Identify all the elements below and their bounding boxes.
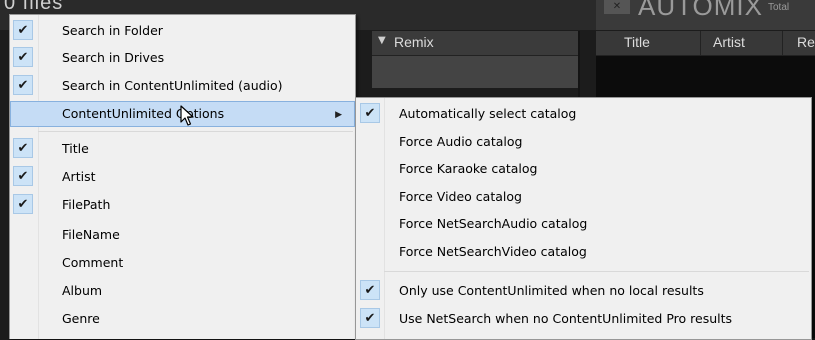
checkmark-icon: ✔	[13, 75, 33, 95]
column-header-remix[interactable]: Remix	[394, 34, 434, 50]
menu-item-label: FileName	[62, 227, 120, 242]
menu-item-filename[interactable]: FileName	[10, 222, 355, 248]
sort-triangle-down-icon[interactable]: ▼	[378, 35, 386, 46]
menu-item-genre[interactable]: Genre	[10, 306, 355, 332]
menu-item-artist[interactable]: ✔ Artist	[10, 164, 355, 190]
menu-item-force-netsearchaudio-catalog[interactable]: Force NetSearchAudio catalog	[356, 211, 811, 237]
menu-item-label: Force NetSearchAudio catalog	[399, 216, 588, 231]
automix-title: AUTOMIX	[638, 0, 763, 21]
submenu-arrow-icon: ▶	[335, 110, 342, 120]
menu-item-label: Comment	[62, 255, 124, 270]
checkmark-icon: ✔	[13, 47, 33, 67]
automix-total-label: Total	[768, 2, 790, 13]
menu-item-force-audio-catalog[interactable]: Force Audio catalog	[356, 129, 811, 155]
menu-item-label: Genre	[62, 311, 100, 326]
menu-item-label: Only use ContentUnlimited when no local …	[399, 283, 704, 298]
contentunlimited-options-submenu: ✔ Automatically select catalog Force Aud…	[355, 97, 812, 340]
menu-separator	[384, 271, 809, 272]
menu-item-filepath[interactable]: ✔ FilePath	[10, 192, 355, 218]
menu-item-use-netsearch[interactable]: ✔ Use NetSearch when no ContentUnlimited…	[356, 306, 811, 332]
menu-item-label: Force NetSearchVideo catalog	[399, 244, 587, 259]
menu-item-label: Search in Drives	[62, 50, 165, 65]
menu-item-search-in-folder[interactable]: ✔ Search in Folder	[10, 18, 355, 44]
menu-item-album[interactable]: Album	[10, 278, 355, 304]
menu-item-label: Force Karaoke catalog	[399, 161, 538, 176]
menu-item-force-netsearchvideo-catalog[interactable]: Force NetSearchVideo catalog	[356, 239, 811, 265]
menu-item-label: FilePath	[62, 197, 111, 212]
column-divider	[782, 31, 783, 55]
shuffle-icon[interactable]: ✕	[604, 0, 630, 14]
menu-item-force-video-catalog[interactable]: Force Video catalog	[356, 184, 811, 210]
checkmark-icon: ✔	[13, 20, 33, 40]
menu-item-label: ContentUnlimited Options	[62, 106, 225, 121]
checkmark-icon: ✔	[360, 103, 380, 123]
files-count-title: 0 files	[4, 0, 64, 14]
checkmark-icon: ✔	[13, 138, 33, 158]
column-header-title[interactable]: Title	[624, 34, 650, 50]
menu-item-label: Album	[62, 283, 103, 298]
menu-item-title[interactable]: ✔ Title	[10, 136, 355, 162]
menu-item-label: Search in ContentUnlimited (audio)	[62, 78, 283, 93]
menu-item-label: Force Audio catalog	[399, 134, 523, 149]
checkmark-icon: ✔	[360, 308, 380, 328]
menu-item-search-in-contentunlimited[interactable]: ✔ Search in ContentUnlimited (audio)	[10, 73, 355, 99]
menu-item-label: Use NetSearch when no ContentUnlimited P…	[399, 311, 733, 326]
checkmark-icon: ✔	[13, 166, 33, 186]
menu-item-only-use-contentunlimited[interactable]: ✔ Only use ContentUnlimited when no loca…	[356, 278, 811, 304]
checkmark-icon: ✔	[13, 194, 33, 214]
menu-item-label: Automatically select catalog	[399, 106, 577, 121]
menu-item-label: Title	[62, 141, 89, 156]
column-header-artist[interactable]: Artist	[713, 34, 745, 50]
menu-item-label: Force Video catalog	[399, 189, 522, 204]
checkmark-icon: ✔	[360, 280, 380, 300]
arrow-cursor-icon	[180, 105, 194, 126]
column-header-re[interactable]: Re	[797, 34, 815, 50]
menu-item-force-karaoke-catalog[interactable]: Force Karaoke catalog	[356, 156, 811, 182]
menu-separator	[38, 131, 353, 132]
search-options-menu: ✔ Search in Folder ✔ Search in Drives ✔ …	[9, 14, 356, 339]
menu-item-label: Artist	[62, 169, 96, 184]
menu-item-auto-select-catalog[interactable]: ✔ Automatically select catalog	[356, 101, 811, 127]
column-divider	[700, 31, 701, 55]
menu-item-search-in-drives[interactable]: ✔ Search in Drives	[10, 45, 355, 71]
browser-row[interactable]	[372, 56, 578, 88]
menu-item-comment[interactable]: Comment	[10, 250, 355, 276]
menu-item-label: Search in Folder	[62, 23, 163, 38]
